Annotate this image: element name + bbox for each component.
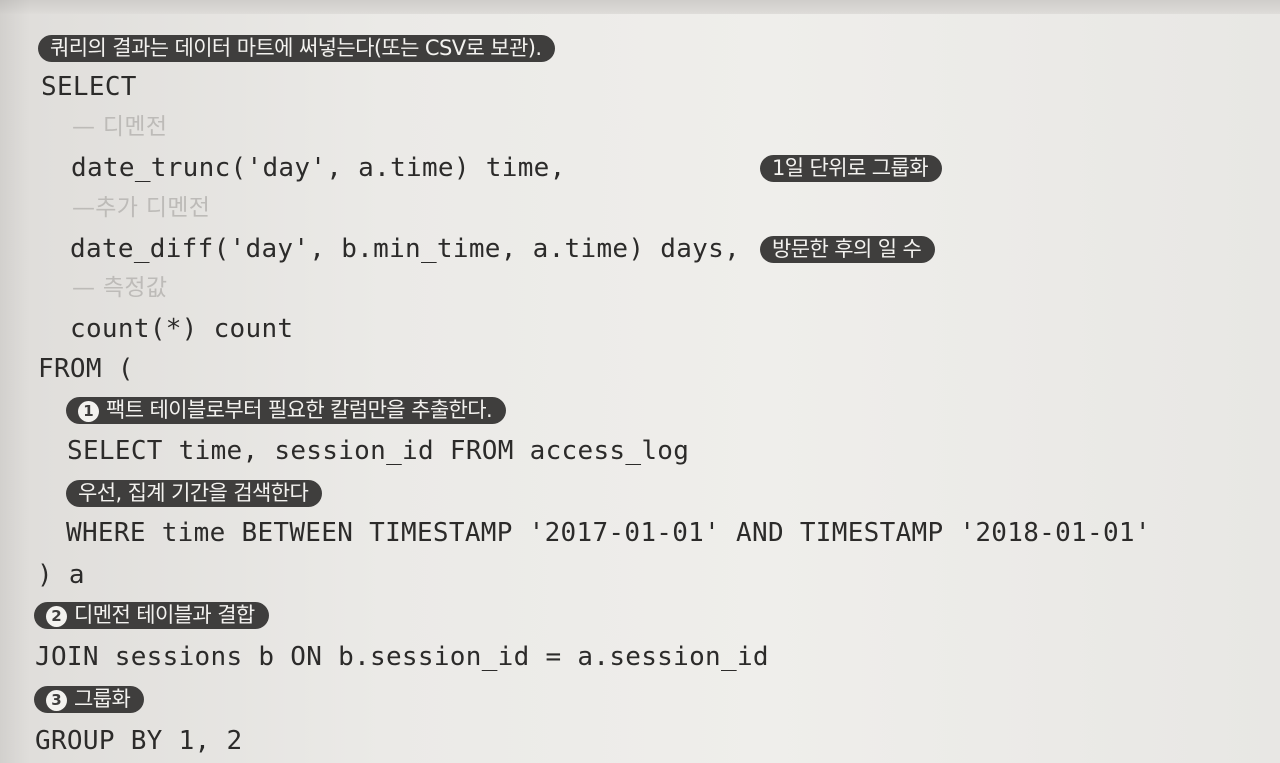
step-2-label: 디멘전 테이블과 결합 <box>74 603 255 627</box>
code-count: count(*) count <box>70 314 294 344</box>
code-alias-close: ) a <box>37 560 85 590</box>
code-where: WHERE time BETWEEN TIMESTAMP '2017-01-01… <box>66 518 1151 548</box>
cropped-top-heading <box>0 0 1280 14</box>
step-2-badge: 2 <box>46 606 67 627</box>
step-3-label: 그룹화 <box>74 687 131 711</box>
note-write-to-data-mart: 쿼리의 결과는 데이터 마트에 써넣는다(또는 CSV로 보관). <box>38 35 556 62</box>
note-step-2: 2 디멘전 테이블과 결합 <box>34 602 269 629</box>
note-step-1: 1 팩트 테이블로부터 필요한 칼럼만을 추출한다. <box>66 397 507 424</box>
note-step-3: 3 그룹화 <box>34 686 145 713</box>
note-days-after-visit: 방문한 후의 일 수 <box>760 236 936 263</box>
code-select: SELECT <box>41 72 137 102</box>
comment-measure: — 측정값 <box>72 275 168 301</box>
note-daily-grouping: 1일 단위로 그룹화 <box>760 155 942 182</box>
step-1-label: 팩트 테이블로부터 필요한 칼럼만을 추출한다. <box>106 398 493 422</box>
step-1-badge: 1 <box>78 401 99 422</box>
book-page: 쿼리의 결과는 데이터 마트에 써넣는다(또는 CSV로 보관). SELECT… <box>0 0 1280 763</box>
code-date-diff: date_diff('day', b.min_time, a.time) day… <box>70 234 741 264</box>
step-3-badge: 3 <box>46 690 67 711</box>
code-date-trunc: date_trunc('day', a.time) time, <box>71 153 566 183</box>
comment-dimension: — 디멘전 <box>72 114 168 140</box>
comment-extra-dimension: —추가 디멘전 <box>72 195 211 221</box>
code-group-by: GROUP BY 1, 2 <box>35 726 243 756</box>
code-from: FROM ( <box>38 354 134 384</box>
code-join: JOIN sessions b ON b.session_id = a.sess… <box>35 642 769 672</box>
page-gutter-shadow <box>0 0 30 763</box>
note-search-period: 우선, 집계 기간을 검색한다 <box>66 480 323 507</box>
code-sub-select: SELECT time, session_id FROM access_log <box>67 436 690 466</box>
